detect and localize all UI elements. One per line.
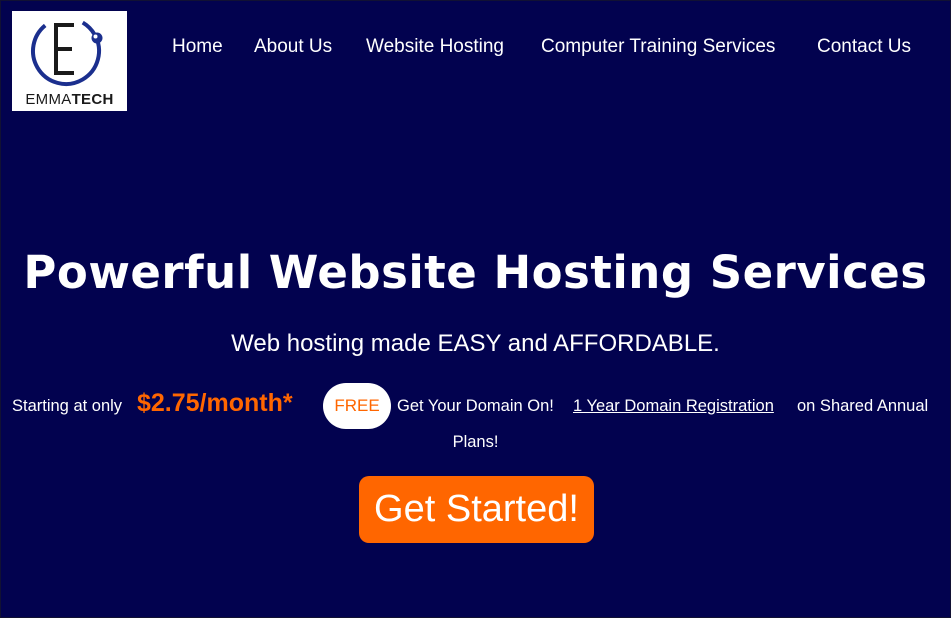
offer-domain-text: Get Your Domain On! — [397, 397, 554, 415]
offer-suffix: on Shared Annual — [797, 397, 929, 415]
get-started-button[interactable]: Get Started! — [359, 476, 594, 543]
offer-prefix: Starting at only — [12, 397, 123, 415]
site-logo[interactable]: EMMATECH — [12, 11, 127, 111]
hero-tagline: Web hosting made EASY and AFFORDABLE. — [231, 330, 720, 357]
nav-link-website-hosting[interactable]: Website Hosting — [366, 36, 504, 58]
nav-link-computer-training[interactable]: Computer Training Services — [541, 36, 775, 58]
hero-title: Powerful Website Hosting Services — [23, 246, 928, 299]
offer-price: $2.75/month* — [137, 389, 293, 417]
domain-registration-link[interactable]: 1 Year Domain Registration — [573, 397, 774, 416]
nav-link-about-us[interactable]: About Us — [254, 36, 332, 58]
offer-suffix-wrap: Plans! — [452, 433, 499, 451]
free-badge: FREE — [323, 383, 391, 429]
offer-line: Starting at only $2.75/month* FREE Get Y… — [0, 383, 951, 433]
logo-wordmark: EMMATECH — [25, 91, 114, 108]
nav-link-home[interactable]: Home — [172, 36, 223, 58]
nav-link-contact-us[interactable]: Contact Us — [817, 36, 911, 58]
